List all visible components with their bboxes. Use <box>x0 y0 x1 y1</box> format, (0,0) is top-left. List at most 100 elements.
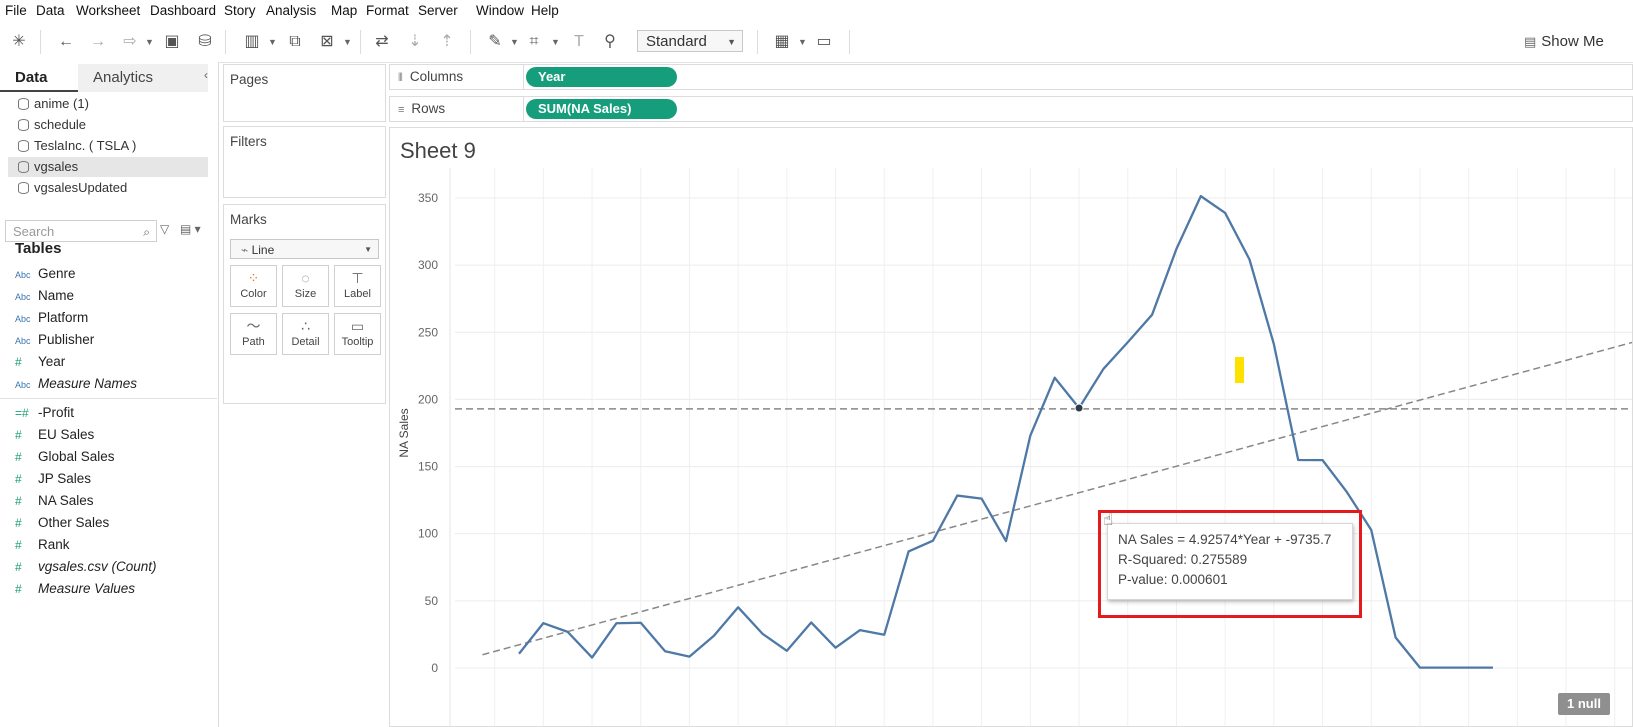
menu-item-map[interactable]: Map <box>331 3 357 18</box>
worksheet-view: Sheet 9 0 50 100 150 200 250 300 350 NA Sales NA… <box>389 127 1633 727</box>
save-icon[interactable]: ▣ <box>160 30 184 54</box>
filters-card-title: Filters <box>230 134 267 149</box>
field-item[interactable]: Abc Publisher <box>15 330 94 350</box>
field-item[interactable]: Abc Name <box>15 286 74 306</box>
menu-item-format[interactable]: Format <box>366 3 409 18</box>
na-sales-pill[interactable]: SUM(NA Sales) <box>526 99 677 119</box>
columns-shelf[interactable]: ⦀ Columns Year <box>389 64 1633 90</box>
search-input[interactable]: Search ⌕ <box>5 220 157 242</box>
show-labels-icon[interactable]: T <box>567 30 591 54</box>
menu-item-server[interactable]: Server <box>418 3 458 18</box>
chevron-down-icon: ▼ <box>727 37 736 47</box>
field-item[interactable]: =# -Profit <box>15 403 74 423</box>
tab-analytics[interactable]: Analytics <box>78 64 208 92</box>
replay-icon[interactable]: ⇨ <box>118 30 142 54</box>
menu-item-help[interactable]: Help <box>531 3 559 18</box>
new-worksheet-caret-icon[interactable]: ▼ <box>268 30 277 54</box>
mark-type-dropdown[interactable]: ⌁ Line ▼ <box>230 239 379 259</box>
menu-item-worksheet[interactable]: Worksheet <box>76 3 140 18</box>
clear-sheet-icon[interactable]: ⊠ <box>315 30 339 54</box>
menu-item-window[interactable]: Window <box>476 3 524 18</box>
data-source-item[interactable]: TeslaInc. ( TSLA ) <box>8 136 208 156</box>
menu-item-file[interactable]: File <box>5 3 27 18</box>
fit-dropdown[interactable]: Standard ▼ <box>637 30 743 52</box>
field-item[interactable]: # Measure Values <box>15 579 135 599</box>
group-caret-icon[interactable]: ▼ <box>551 30 560 54</box>
columns-shelf-label: Columns <box>409 69 464 84</box>
field-label: Name <box>38 288 75 303</box>
data-source-item[interactable]: vgsalesUpdated <box>8 178 208 198</box>
data-source-item[interactable]: vgsales <box>8 157 208 177</box>
data-source-item[interactable]: anime (1) <box>8 94 208 114</box>
menu-item-analysis[interactable]: Analysis <box>266 3 316 18</box>
sort-descending-icon[interactable]: ⇡ <box>435 30 459 54</box>
field-item[interactable]: Abc Measure Names <box>15 374 137 394</box>
y-axis-tick-label: 350 <box>418 191 438 205</box>
pages-card[interactable]: Pages <box>223 64 386 122</box>
filter-icon[interactable]: ▽ <box>160 222 169 236</box>
new-data-source-icon[interactable]: ⛁ <box>193 30 217 54</box>
menu-item-data[interactable]: Data <box>36 3 65 18</box>
hand-cursor-icon: ☝ <box>1103 510 1114 529</box>
field-item[interactable]: Abc Genre <box>15 264 76 284</box>
field-item[interactable]: # Rank <box>15 535 70 555</box>
field-label: NA Sales <box>38 493 94 508</box>
fix-axes-icon[interactable]: ⚲ <box>598 30 622 54</box>
field-label: Global Sales <box>38 449 115 464</box>
sort-ascending-icon[interactable]: ⇣ <box>403 30 427 54</box>
field-item[interactable]: # vgsales.csv (Count) <box>15 557 157 577</box>
detail-button[interactable]: ∴ Detail <box>282 313 329 355</box>
new-worksheet-icon[interactable]: ▥ <box>240 30 264 54</box>
tab-data[interactable]: Data <box>0 64 78 92</box>
tooltip-r-squared: R-Squared: 0.275589 <box>1118 552 1248 567</box>
path-icon: 〜 <box>246 318 261 334</box>
clear-sheet-caret-icon[interactable]: ▼ <box>343 30 352 54</box>
color-button[interactable]: ⁘ Color <box>230 265 277 307</box>
data-source-item[interactable]: schedule <box>8 115 208 135</box>
rows-shelf[interactable]: ≡ Rows SUM(NA Sales) <box>389 96 1633 122</box>
selected-data-point <box>1074 403 1084 413</box>
size-button[interactable]: ◌ Size <box>282 265 329 307</box>
show-cards-icon[interactable]: ▦ <box>770 30 794 54</box>
y-axis-tick-label: 300 <box>418 258 438 272</box>
field-item[interactable]: Abc Platform <box>15 308 88 328</box>
null-indicator-badge[interactable]: 1 null <box>1558 693 1610 715</box>
undo-icon[interactable]: ← <box>54 30 78 54</box>
highlight-icon[interactable]: ✎ <box>483 30 507 54</box>
label-button[interactable]: ⊤ Label <box>334 265 381 307</box>
trend-line-tooltip: NA Sales = 4.92574*Year + -9735.7 R-Squa… <box>1107 523 1353 600</box>
columns-icon: ⦀ <box>398 72 403 84</box>
tooltip-button[interactable]: ▭ Tooltip <box>334 313 381 355</box>
field-item[interactable]: # Global Sales <box>15 447 115 467</box>
replay-caret-icon[interactable]: ▼ <box>145 30 154 54</box>
group-members-icon[interactable]: ⌗ <box>522 30 546 54</box>
tableau-logo-icon[interactable]: ✳ <box>7 30 31 54</box>
field-item[interactable]: # EU Sales <box>15 425 94 445</box>
duplicate-sheet-icon[interactable]: ⧉ <box>283 30 307 54</box>
tooltip-equation: NA Sales = 4.92574*Year + -9735.7 <box>1118 532 1332 547</box>
field-item[interactable]: # Other Sales <box>15 513 109 533</box>
field-item[interactable]: # Year <box>15 352 65 372</box>
field-item[interactable]: # NA Sales <box>15 491 94 511</box>
toolbar-divider <box>470 30 471 54</box>
line-chart[interactable]: 0 50 100 150 200 250 300 350 NA Sales <box>390 128 1632 726</box>
collapse-pane-icon[interactable]: ‹ <box>204 68 208 82</box>
chevron-down-icon: ▼ <box>364 245 372 254</box>
view-options-icon[interactable]: ▤ ▾ <box>180 222 201 236</box>
redo-icon[interactable]: → <box>86 30 110 54</box>
highlight-caret-icon[interactable]: ▼ <box>510 30 519 54</box>
field-item[interactable]: # JP Sales <box>15 469 91 489</box>
y-axis-tick-label: 50 <box>425 594 439 608</box>
presentation-mode-icon[interactable]: ▭ <box>812 30 836 54</box>
show-me-button[interactable]: ▤ Show Me <box>1524 30 1604 54</box>
path-button[interactable]: 〜 Path <box>230 313 277 355</box>
year-pill[interactable]: Year <box>526 67 677 87</box>
menu-item-dashboard[interactable]: Dashboard <box>150 3 216 18</box>
show-cards-caret-icon[interactable]: ▼ <box>798 30 807 54</box>
swap-rows-columns-icon[interactable]: ⇄ <box>370 30 394 54</box>
rows-shelf-label: Rows <box>411 101 446 116</box>
menu-item-story[interactable]: Story <box>224 3 256 18</box>
field-label: JP Sales <box>38 471 92 486</box>
filters-card[interactable]: Filters <box>223 126 386 198</box>
number-type-icon: # <box>15 494 22 508</box>
